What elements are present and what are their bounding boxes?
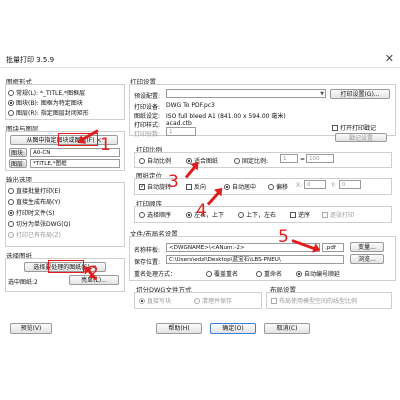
radio-selected-icon xyxy=(8,100,14,106)
radio-selected-icon xyxy=(186,212,192,218)
chevron-down-icon: ▼ xyxy=(320,91,324,97)
radio-icon xyxy=(238,212,244,218)
annotation-number-2: 2 xyxy=(88,263,99,283)
order-selection-radio[interactable]: 选择顺序 xyxy=(139,210,171,219)
output-option-split-dwg[interactable]: 切分为单张DWG(Q) xyxy=(8,219,71,228)
annotation-number-4: 4 xyxy=(196,201,207,221)
radio-icon xyxy=(8,221,14,227)
offset-y-label: Y: xyxy=(331,182,336,189)
split-purge-save-radio[interactable]: 清理并保存 xyxy=(194,296,232,305)
help-button[interactable]: 帮助(H) xyxy=(156,323,202,334)
window-title: 批量打印 3.5.9 xyxy=(6,56,55,64)
dup-auto-number-radio[interactable]: 自动编号顺延 xyxy=(296,269,340,278)
batch-print-dialog: 批量打印 3.5.9 ✕ 图框形式 常规(L): *_TITLE,*图框层 图块… xyxy=(0,51,400,343)
preview-button[interactable]: 预览(V) xyxy=(10,323,52,334)
checkbox-icon xyxy=(322,212,328,218)
radio-selected-icon xyxy=(8,210,14,216)
file-extension-input[interactable]: .pdf xyxy=(322,243,344,252)
cancel-button[interactable]: 取消(C) xyxy=(264,323,310,334)
scale-equals: = xyxy=(300,156,306,163)
scale-auto-radio[interactable]: 自动比例 xyxy=(139,156,171,165)
checkbox-checked-icon xyxy=(139,184,145,190)
order-tb-lr-radio[interactable]: 上下，左右 xyxy=(238,210,276,219)
radio-icon xyxy=(206,271,212,277)
block-label-button[interactable]: 图块: xyxy=(9,148,27,157)
annotation-number-1: 1 xyxy=(100,135,111,155)
offset-x-input[interactable]: 0 xyxy=(304,180,326,189)
scale-numerator-input[interactable]: 1 xyxy=(280,154,298,163)
browse-button[interactable]: 浏览... xyxy=(350,254,384,264)
print-settings-button[interactable]: 打印设置(G)... xyxy=(330,89,390,99)
save-location-label: 保存位置: xyxy=(134,259,161,266)
radio-selected-icon xyxy=(296,271,302,277)
auto-rotate-checkbox[interactable]: 自动旋转 xyxy=(139,182,171,191)
title-bar: 批量打印 3.5.9 ✕ xyxy=(0,51,400,68)
radio-selected-icon xyxy=(224,184,230,190)
style-value: acad.ctb xyxy=(166,120,192,127)
paper-value: ISO full bleed A1 (841.00 x 594.00 毫米) xyxy=(166,113,286,120)
auto-center-radio[interactable]: 自动居中 xyxy=(224,182,256,191)
radio-icon xyxy=(268,184,274,190)
checkbox-icon xyxy=(186,184,192,190)
layer-label-button[interactable]: 图层: xyxy=(9,159,27,168)
close-icon[interactable]: ✕ xyxy=(385,52,394,65)
radio-icon xyxy=(194,298,200,304)
scale-denominator-input[interactable]: 100 xyxy=(306,154,334,163)
print-stamp-checkbox[interactable]: 打开打印戳记 xyxy=(332,123,376,132)
radio-icon xyxy=(8,188,14,194)
variables-button[interactable]: 变量... xyxy=(350,242,384,252)
reverse-checkbox[interactable]: 反向 xyxy=(186,182,206,191)
device-value: DWG To PDF.pc3 xyxy=(166,102,215,109)
order-reverse-checkbox[interactable]: 逆序 xyxy=(290,210,310,219)
offset-x-label: X: xyxy=(296,182,303,189)
checkbox-icon xyxy=(290,212,296,218)
ok-button[interactable]: 确定(O) xyxy=(210,323,256,334)
radio-selected-icon xyxy=(139,298,145,304)
radio-icon xyxy=(139,158,145,164)
radio-icon xyxy=(256,271,262,277)
checkbox-icon xyxy=(271,298,277,304)
output-option-print-file[interactable]: 打印时文件(S) xyxy=(8,208,55,217)
frame-style-option-layer[interactable]: 图层(R): 指定图层封闭矩形 xyxy=(8,108,89,117)
radio-icon xyxy=(8,232,14,238)
device-label: 打印设备: xyxy=(134,104,161,111)
output-option-layout[interactable]: 直接生成布局(Y) xyxy=(8,197,60,206)
frame-style-option-block[interactable]: 图块(B): 图框为特定图块 xyxy=(8,98,83,107)
selected-count: 选中图纸:2 xyxy=(8,279,38,286)
split-write-block-radio[interactable]: 直接写块 xyxy=(139,296,171,305)
dup-overwrite-radio[interactable]: 覆盖重名 xyxy=(206,269,238,278)
order-separate-checkbox[interactable]: 逐张打印 xyxy=(322,210,354,219)
offset-radio[interactable]: 偏移 xyxy=(268,182,288,191)
stamp-settings-button[interactable]: 戳记设置 xyxy=(335,133,387,142)
duplicate-name-label: 重名处理方式： xyxy=(134,271,177,278)
scale-fixed-radio[interactable]: 固定比例: xyxy=(234,156,268,165)
paper-label: 图纸设定: xyxy=(134,113,161,120)
layer-name-input[interactable]: *TITLE,*图框 xyxy=(30,159,120,168)
style-label: 打印样式: xyxy=(134,122,161,129)
radio-icon xyxy=(8,199,14,205)
preset-select[interactable]: ▼ xyxy=(166,89,326,98)
checkbox-icon xyxy=(332,125,338,131)
frame-style-option-normal[interactable]: 常规(L): *_TITLE,*图框层 xyxy=(8,88,85,97)
annotation-number-5: 5 xyxy=(278,227,289,247)
name-template-input[interactable]: <DWGNAME>\<ANum:-2> xyxy=(166,243,320,252)
offset-y-input[interactable]: 0 xyxy=(339,180,361,189)
name-template-label: 名称样板: xyxy=(134,247,161,254)
radio-icon xyxy=(139,212,145,218)
radio-icon xyxy=(8,90,14,96)
copies-label: 打印份数: xyxy=(134,131,161,138)
annotation-highlight-2 xyxy=(48,260,84,273)
output-option-direct-print[interactable]: 直接批量打印(E) xyxy=(8,186,60,195)
model-linetype-checkbox[interactable]: 布局使用模型空间的线型比例 xyxy=(271,296,357,305)
radio-icon xyxy=(234,158,240,164)
dup-rename-radio[interactable]: 重命名 xyxy=(256,269,282,278)
annotation-number-3: 3 xyxy=(168,172,179,192)
copies-input[interactable]: 1 xyxy=(166,127,196,136)
preset-label: 预设配置: xyxy=(134,93,161,100)
save-location-input[interactable]: C:\Users\edzl\Desktop\蓝宝石\LBS-PNEU\ xyxy=(166,255,344,264)
radio-icon xyxy=(8,110,14,116)
output-option-existing-layout[interactable]: 打印已有布局(Z) xyxy=(8,230,61,239)
